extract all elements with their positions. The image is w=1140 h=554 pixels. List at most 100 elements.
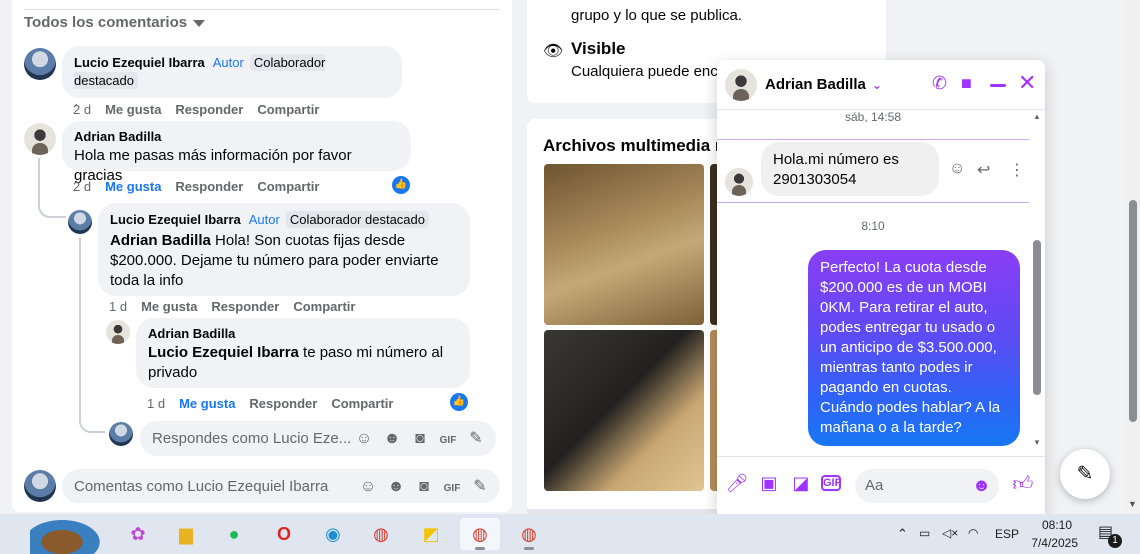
contact-avatar[interactable]: [725, 69, 757, 101]
comment-author[interactable]: Lucio Ezequiel Ibarra: [110, 212, 241, 227]
incoming-message[interactable]: Hola.mi número es 2901303054: [761, 142, 939, 196]
group-info-text: grupo y lo que se publica.: [571, 7, 742, 24]
reply-input[interactable]: Respondes como Lucio Eze... ☺ ☻ ◙ GIF ✎: [140, 421, 496, 456]
reply-button[interactable]: Responder: [249, 396, 317, 411]
microphone-icon[interactable]: 🎤︎: [725, 473, 749, 494]
widget-icon[interactable]: [30, 514, 110, 554]
message-input[interactable]: Aa ☻: [855, 469, 999, 503]
mention-link[interactable]: Lucio Ezequiel Ibarra: [148, 344, 299, 361]
minimize-icon[interactable]: [990, 84, 1006, 87]
avatar[interactable]: [24, 48, 56, 80]
chat-window: Adrian Badilla ⌄ ✆ ■ ✕ sáb, 14:58 Hola.mi…: [717, 60, 1045, 514]
divider: [717, 139, 1029, 140]
reply-button[interactable]: Responder: [175, 102, 243, 117]
visible-description: Cualquiera puede enco: [571, 63, 717, 80]
share-button[interactable]: Compartir: [257, 179, 319, 194]
comment-input[interactable]: Comentas como Lucio Ezequiel Ibarra ☺ ☻ ◙ G…: [62, 469, 500, 503]
reply-placeholder: Respondes como Lucio Eze...: [152, 430, 352, 447]
battery-icon[interactable]: ▭: [919, 526, 930, 540]
comment-author[interactable]: Adrian Badilla: [148, 326, 458, 341]
sticker-icon[interactable]: ✎: [466, 429, 486, 449]
spotify-icon[interactable]: ●: [214, 518, 254, 550]
new-message-button[interactable]: ✎: [1060, 449, 1110, 499]
chat-scrollbar[interactable]: ▲ ▼: [1031, 112, 1043, 454]
image-icon[interactable]: ▣: [757, 473, 781, 494]
avatar-sticker-icon[interactable]: ☺: [358, 477, 378, 497]
emoji-icon[interactable]: ☻: [386, 477, 406, 497]
gif-icon[interactable]: GIF: [438, 431, 458, 451]
like-button[interactable]: Me gusta: [105, 102, 161, 117]
scroll-up-icon[interactable]: ▲: [1033, 112, 1041, 121]
chrome-icon[interactable]: ◍: [460, 518, 500, 550]
phone-icon[interactable]: ✆: [932, 73, 947, 94]
thread-line: [38, 200, 66, 218]
clock-time[interactable]: 08:10: [1034, 518, 1072, 532]
scroll-down-icon[interactable]: ▼: [1033, 438, 1041, 447]
thumbs-up-icon[interactable]: 👍︎: [1011, 472, 1035, 496]
wifi-icon[interactable]: ◠: [968, 526, 978, 540]
sticker-icon[interactable]: ◪: [789, 473, 813, 494]
comment-filter-label: Todos los comentarios: [24, 14, 188, 31]
file-explorer-icon[interactable]: ▆: [166, 518, 206, 550]
more-icon[interactable]: ⋮: [1009, 160, 1025, 180]
gif-icon[interactable]: GIF: [821, 475, 841, 491]
divider: [24, 9, 500, 10]
share-button[interactable]: Compartir: [293, 299, 355, 314]
avatar[interactable]: [106, 320, 130, 344]
chrome-icon[interactable]: ◍: [361, 518, 401, 550]
copilot-icon[interactable]: ✿: [118, 518, 158, 550]
clock-date[interactable]: 7/4/2025: [1026, 536, 1078, 550]
emoji-icon[interactable]: ☻: [382, 429, 402, 449]
reply-button[interactable]: Responder: [175, 179, 243, 194]
comment-time[interactable]: 2 d: [73, 179, 91, 194]
comment-actions: 2 d Me gusta Responder Compartir: [73, 179, 333, 194]
mention-link[interactable]: Adrian Badilla: [110, 232, 211, 249]
sticker-icon[interactable]: ✎: [470, 477, 490, 497]
page-scroll-thumb[interactable]: [1129, 200, 1137, 422]
thread-line: [79, 415, 105, 433]
like-button[interactable]: Me gusta: [105, 179, 161, 194]
like-button[interactable]: Me gusta: [141, 299, 197, 314]
close-icon[interactable]: ✕: [1018, 70, 1036, 96]
reply-button[interactable]: Responder: [211, 299, 279, 314]
opera-icon[interactable]: O: [264, 518, 304, 550]
media-photo[interactable]: [544, 164, 704, 325]
camera-icon[interactable]: ◙: [414, 477, 434, 497]
camera-icon[interactable]: ◙: [410, 429, 430, 449]
chat-scroll-thumb[interactable]: [1033, 240, 1041, 395]
comment-filter[interactable]: Todos los comentarios: [24, 14, 206, 31]
comment-author[interactable]: Lucio Ezequiel Ibarra: [74, 55, 205, 70]
avatar-sticker-icon[interactable]: ☺: [354, 429, 374, 449]
emoji-icon[interactable]: ☻: [972, 475, 991, 496]
language-indicator[interactable]: ESP: [995, 527, 1019, 541]
video-icon[interactable]: ■: [961, 73, 972, 94]
notification-badge: 1: [1108, 534, 1122, 548]
comment-time[interactable]: 1 d: [147, 396, 165, 411]
speaker-muted-icon[interactable]: ◁×: [942, 526, 958, 540]
chevron-down-icon[interactable]: ⌄: [872, 78, 882, 92]
gif-icon[interactable]: GIF: [442, 479, 462, 499]
sticky-app-icon[interactable]: ◩: [411, 518, 451, 550]
edge-icon[interactable]: ◉: [313, 518, 353, 550]
comment-bubble: Lucio Ezequiel Ibarra Autor Colaborador de…: [98, 203, 470, 296]
thumbs-up-icon: 👍: [392, 176, 410, 194]
comment-text: Lucio Ezequiel Ibarra te paso mi número …: [148, 343, 458, 383]
scroll-down-icon[interactable]: ▼: [1128, 499, 1137, 509]
reply-icon[interactable]: ↩: [977, 160, 990, 180]
message-placeholder: Aa: [865, 477, 884, 494]
comment-author[interactable]: Adrian Badilla: [74, 129, 399, 144]
react-icon[interactable]: ☺: [949, 160, 965, 178]
share-button[interactable]: Compartir: [331, 396, 393, 411]
share-button[interactable]: Compartir: [257, 102, 319, 117]
media-photo[interactable]: [544, 330, 704, 491]
outgoing-message[interactable]: Perfecto! La cuota desde $200.000 es de …: [808, 250, 1020, 446]
chevron-up-icon[interactable]: ⌃: [897, 526, 908, 542]
contact-name[interactable]: Adrian Badilla ⌄: [765, 76, 882, 93]
avatar[interactable]: [68, 210, 92, 234]
like-button[interactable]: Me gusta: [179, 396, 235, 411]
avatar[interactable]: [24, 123, 56, 155]
comment-time[interactable]: 2 d: [73, 102, 91, 117]
comment-time[interactable]: 1 d: [109, 299, 127, 314]
contact-avatar[interactable]: [725, 168, 753, 196]
chrome-icon[interactable]: ◍: [509, 518, 549, 550]
